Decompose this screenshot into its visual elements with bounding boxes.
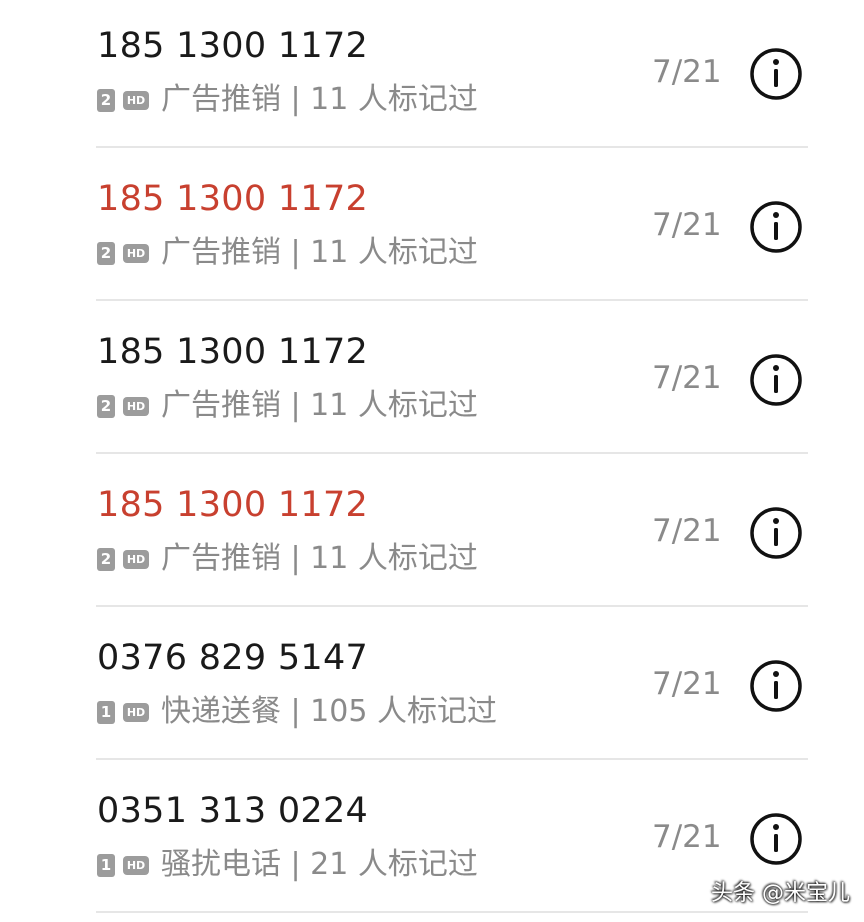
call-date: 7/21 — [652, 513, 722, 549]
sim-card-icon: 2 — [97, 547, 115, 571]
hd-call-icon: HD — [123, 855, 149, 875]
call-date: 7/21 — [652, 819, 722, 855]
row-divider — [96, 299, 808, 301]
number-tag-label: 广告推销 | 11 人标记过 — [161, 388, 478, 423]
sim-card-icon: 1 — [97, 700, 115, 724]
phone-number: 0351 313 0224 — [97, 791, 369, 831]
hd-call-icon: HD — [123, 549, 149, 569]
number-tag-label: 骚扰电话 | 21 人标记过 — [161, 847, 478, 882]
row-divider — [96, 452, 808, 454]
call-log-row[interactable]: 185 1300 1172 2 HD 广告推销 | 11 人标记过 7/21 — [0, 459, 864, 612]
call-details: 2 HD 广告推销 | 11 人标记过 — [97, 386, 478, 426]
watermark-label: 头条 @米宝儿 — [711, 881, 850, 906]
info-circle-icon[interactable] — [748, 658, 804, 714]
row-divider — [96, 758, 808, 760]
sim-card-icon: 2 — [97, 394, 115, 418]
call-date: 7/21 — [652, 54, 722, 90]
call-date: 7/21 — [652, 360, 722, 396]
info-circle-icon[interactable] — [748, 811, 804, 867]
row-divider — [96, 911, 808, 913]
number-tag-label: 广告推销 | 11 人标记过 — [161, 82, 478, 117]
info-circle-icon[interactable] — [748, 199, 804, 255]
sim-card-icon: 2 — [97, 88, 115, 112]
number-tag-label: 广告推销 | 11 人标记过 — [161, 541, 478, 576]
phone-number: 0376 829 5147 — [97, 638, 369, 678]
number-tag-label: 广告推销 | 11 人标记过 — [161, 235, 478, 270]
call-log-row[interactable]: 0376 829 5147 1 HD 快递送餐 | 105 人标记过 7/21 — [0, 612, 864, 765]
hd-call-icon: HD — [123, 702, 149, 722]
call-log-row[interactable]: 185 1300 1172 2 HD 广告推销 | 11 人标记过 7/21 — [0, 153, 864, 306]
hd-call-icon: HD — [123, 396, 149, 416]
call-log-row[interactable]: 185 1300 1172 2 HD 广告推销 | 11 人标记过 7/21 — [0, 306, 864, 459]
info-circle-icon[interactable] — [748, 352, 804, 408]
sim-card-icon: 1 — [97, 853, 115, 877]
hd-call-icon: HD — [123, 90, 149, 110]
number-tag-label: 快递送餐 | 105 人标记过 — [161, 694, 497, 729]
phone-number: 185 1300 1172 — [97, 485, 369, 525]
phone-number: 185 1300 1172 — [97, 179, 369, 219]
call-log-list: 185 1300 1172 2 HD 广告推销 | 11 人标记过 7/21 1… — [0, 0, 864, 922]
phone-number: 185 1300 1172 — [97, 26, 369, 66]
call-details: 2 HD 广告推销 | 11 人标记过 — [97, 80, 478, 120]
call-date: 7/21 — [652, 666, 722, 702]
info-circle-icon[interactable] — [748, 46, 804, 102]
call-details: 2 HD 广告推销 | 11 人标记过 — [97, 539, 478, 579]
row-divider — [96, 605, 808, 607]
phone-number: 185 1300 1172 — [97, 332, 369, 372]
call-date: 7/21 — [652, 207, 722, 243]
call-details: 1 HD 骚扰电话 | 21 人标记过 — [97, 845, 478, 885]
info-circle-icon[interactable] — [748, 505, 804, 561]
call-details: 2 HD 广告推销 | 11 人标记过 — [97, 233, 478, 273]
sim-card-icon: 2 — [97, 241, 115, 265]
hd-call-icon: HD — [123, 243, 149, 263]
row-divider — [96, 146, 808, 148]
call-log-row[interactable]: 185 1300 1172 2 HD 广告推销 | 11 人标记过 7/21 — [0, 0, 864, 153]
call-details: 1 HD 快递送餐 | 105 人标记过 — [97, 692, 497, 732]
